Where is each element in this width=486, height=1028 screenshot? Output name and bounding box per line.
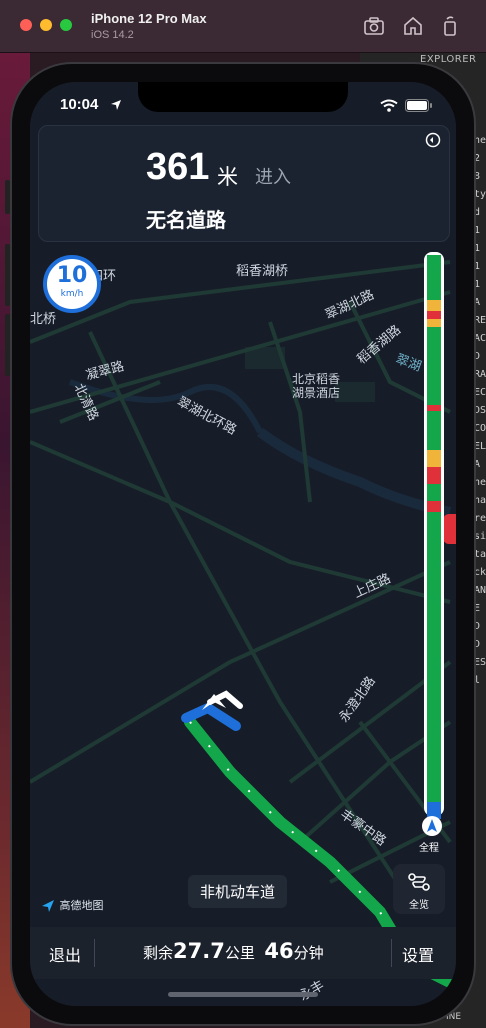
logo-text: 高德地图 [59, 899, 104, 912]
traffic-segment [427, 450, 441, 467]
traffic-segment [427, 255, 441, 300]
next-road-name: 无名道路 [146, 208, 226, 232]
home-indicator[interactable] [168, 992, 318, 997]
exit-button[interactable]: 退出 [49, 942, 81, 966]
turn-guidance-panel: 361 米 进入 无名道路 [38, 125, 450, 242]
distance-unit: 米 [217, 165, 238, 189]
traffic-segment [427, 501, 441, 512]
speed-unit: km/h [60, 289, 84, 299]
camera-warning-icon [443, 514, 456, 544]
traffic-segment [427, 319, 441, 327]
remaining-time: 46 [264, 939, 294, 963]
device-name: iPhone 12 Pro Max [91, 11, 207, 26]
traffic-segment [427, 484, 441, 501]
route-overview-icon [408, 873, 430, 891]
rotate-icon[interactable] [438, 14, 462, 38]
traffic-segment [427, 411, 441, 450]
traffic-segment [427, 512, 441, 802]
remaining-summary: 剩余27.7公里 46分钟 [143, 939, 324, 963]
traffic-progress-bar[interactable] [424, 252, 444, 819]
traffic-segment [427, 311, 441, 319]
speed-indicator: 10 km/h [43, 255, 101, 313]
os-version: iOS 14.2 [91, 29, 134, 41]
traffic-segment [427, 327, 441, 405]
turn-action: 进入 [255, 167, 291, 188]
screenshot-icon[interactable] [362, 14, 386, 38]
close-window-button[interactable] [20, 19, 32, 31]
home-icon[interactable] [401, 14, 425, 38]
zoom-window-button[interactable] [60, 19, 72, 31]
lane-tip: 非机动车道 [188, 875, 288, 908]
full-view-button[interactable]: 全览 [393, 864, 445, 914]
speed-value: 10 [56, 263, 88, 288]
settings-button[interactable]: 设置 [402, 942, 434, 966]
minimize-window-button[interactable] [40, 19, 52, 31]
full-view-label: 全览 [409, 900, 429, 911]
traffic-segment [427, 300, 441, 311]
notch [138, 82, 348, 112]
navigation-arrow-icon[interactable] [422, 816, 442, 836]
distance-unit-label: 公里 [224, 944, 255, 962]
bottom-bar: 退出 剩余27.7公里 46分钟 设置 [30, 927, 456, 979]
divider [94, 939, 95, 967]
status-time: 10:04 [60, 96, 99, 113]
remaining-prefix: 剩余 [143, 944, 174, 962]
simulator-titlebar: iPhone 12 Pro Max iOS 14.2 [0, 0, 486, 53]
amap-logo-icon [42, 900, 54, 912]
remaining-distance: 27.7 [173, 939, 225, 963]
distance-to-turn: 361 [146, 146, 210, 188]
amap-logo: 高德地图 [40, 897, 104, 914]
overview-label: 全程 [419, 843, 439, 854]
time-unit-label: 分钟 [293, 944, 324, 962]
wifi-icon [380, 99, 398, 112]
sound-icon[interactable] [425, 132, 441, 148]
location-arrow-icon [111, 100, 121, 110]
battery-icon [405, 99, 432, 112]
phone-screen: 四环 北桥 稻香湖桥 翠湖北路 稻香湖路 凝翠路 北清路 翠湖北环路 北京稻香 … [30, 82, 456, 1006]
traffic-segment [427, 467, 441, 484]
divider [391, 939, 392, 967]
